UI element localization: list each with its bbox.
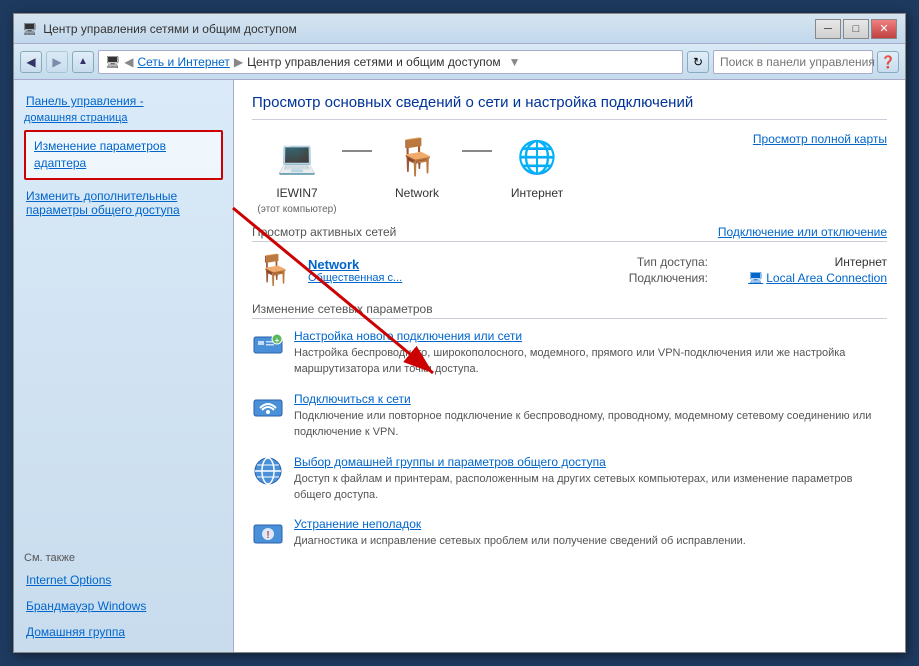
network-row: 🪑 Network Общественная с... Тип доступа:… bbox=[252, 250, 887, 290]
network-connection-icon: 🖥 bbox=[748, 271, 763, 285]
access-type-label: Тип доступа: bbox=[629, 255, 708, 269]
setting-row-connect: Подключиться к сети Подключение или повт… bbox=[252, 392, 887, 441]
troubleshoot-desc: Диагностика и исправление сетевых пробле… bbox=[294, 535, 746, 547]
sidebar-homegroup-link[interactable]: Домашняя группа bbox=[24, 622, 223, 642]
search-box: 🔍 bbox=[713, 50, 873, 74]
homegroup-icon bbox=[252, 455, 284, 487]
window-title: Центр управления сетями и общим доступом bbox=[43, 22, 297, 36]
close-button[interactable]: ✕ bbox=[871, 19, 897, 39]
breadcrumb-item-2: Центр управления сетями и общим доступом bbox=[247, 55, 501, 69]
change-settings-title: Изменение сетевых параметров bbox=[252, 302, 887, 319]
network-bench-icon: 🪑 bbox=[252, 250, 298, 290]
svg-text:+: + bbox=[275, 336, 280, 345]
setting-row-homegroup: Выбор домашней группы и параметров общег… bbox=[252, 455, 887, 504]
troubleshoot-link[interactable]: Устранение неполадок bbox=[294, 517, 887, 531]
new-connection-icon: + bbox=[252, 329, 284, 361]
troubleshoot-icon: ! bbox=[252, 517, 284, 549]
page-title: Просмотр основных сведений о сети и наст… bbox=[252, 94, 887, 120]
refresh-button[interactable]: ↻ bbox=[687, 51, 709, 73]
network-icon-network: 🪑 Network bbox=[372, 132, 462, 200]
access-type-value: Интернет bbox=[748, 255, 887, 269]
active-networks-label: Просмотр активных сетей bbox=[252, 225, 396, 239]
connect-disconnect-link[interactable]: Подключение или отключение bbox=[718, 225, 887, 239]
breadcrumb-icon: 🖥 bbox=[105, 55, 120, 69]
homegroup-link[interactable]: Выбор домашней группы и параметров общег… bbox=[294, 455, 887, 469]
help-button[interactable]: ❓ bbox=[877, 51, 899, 73]
sidebar-change-adapter-item[interactable]: Изменение параметров адаптера bbox=[24, 130, 223, 180]
network-details: Тип доступа: Подключения: Интернет 🖥 Loc… bbox=[629, 255, 887, 285]
network-icon-internet: 🌐 Интернет bbox=[492, 132, 582, 200]
setting-row-new-connection: + Настройка нового подключения или сети … bbox=[252, 329, 887, 378]
connect-desc: Подключение или повторное подключение к … bbox=[294, 410, 871, 438]
network-icon-computer: 💻 IEWIN7 (этот компьютер) bbox=[252, 132, 342, 215]
breadcrumb-item-1[interactable]: Сеть и Интернет bbox=[137, 55, 229, 69]
connect-link[interactable]: Подключиться к сети bbox=[294, 392, 887, 406]
sidebar-firewall-link[interactable]: Брандмауэр Windows bbox=[24, 596, 223, 616]
setting-row-troubleshoot: ! Устранение неполадок Диагностика и исп… bbox=[252, 517, 887, 549]
view-full-map-link[interactable]: Просмотр полной карты bbox=[753, 132, 887, 146]
sidebar-home-link[interactable]: Панель управления - домашняя страница bbox=[24, 90, 223, 124]
breadcrumb: 🖥 ◀ Сеть и Интернет ▶ Центр управления с… bbox=[98, 50, 683, 74]
sidebar: Панель управления - домашняя страница Из… bbox=[14, 80, 234, 652]
sidebar-internet-options-link[interactable]: Internet Options bbox=[24, 570, 223, 590]
sidebar-see-also-label: См. также bbox=[24, 552, 223, 564]
local-area-connection-link[interactable]: 🖥 Local Area Connection bbox=[748, 271, 887, 285]
sidebar-change-sharing-link[interactable]: Изменить дополнительные параметры общего… bbox=[24, 186, 223, 220]
network-name-link[interactable]: Network bbox=[308, 257, 619, 272]
connections-label: Подключения: bbox=[629, 271, 708, 285]
maximize-button[interactable]: □ bbox=[843, 19, 869, 39]
content-area: Просмотр основных сведений о сети и наст… bbox=[234, 80, 905, 652]
new-connection-desc: Настройка беспроводного, широкополосного… bbox=[294, 347, 845, 375]
search-input[interactable] bbox=[720, 55, 875, 69]
forward-button[interactable]: ▶ bbox=[46, 51, 68, 73]
new-connection-link[interactable]: Настройка нового подключения или сети bbox=[294, 329, 887, 343]
active-networks-section: Просмотр активных сетей Подключение или … bbox=[252, 225, 887, 242]
connect-icon bbox=[252, 392, 284, 424]
minimize-button[interactable]: ─ bbox=[815, 19, 841, 39]
network-info: Network Общественная с... bbox=[308, 257, 619, 284]
svg-text:!: ! bbox=[266, 530, 269, 541]
up-button[interactable]: ▲ bbox=[72, 51, 94, 73]
window-icon: 🖥 bbox=[22, 22, 37, 36]
network-type-link[interactable]: Общественная с... bbox=[308, 272, 619, 284]
back-button[interactable]: ◀ bbox=[20, 51, 42, 73]
homegroup-desc: Доступ к файлам и принтерам, расположенн… bbox=[294, 473, 853, 501]
